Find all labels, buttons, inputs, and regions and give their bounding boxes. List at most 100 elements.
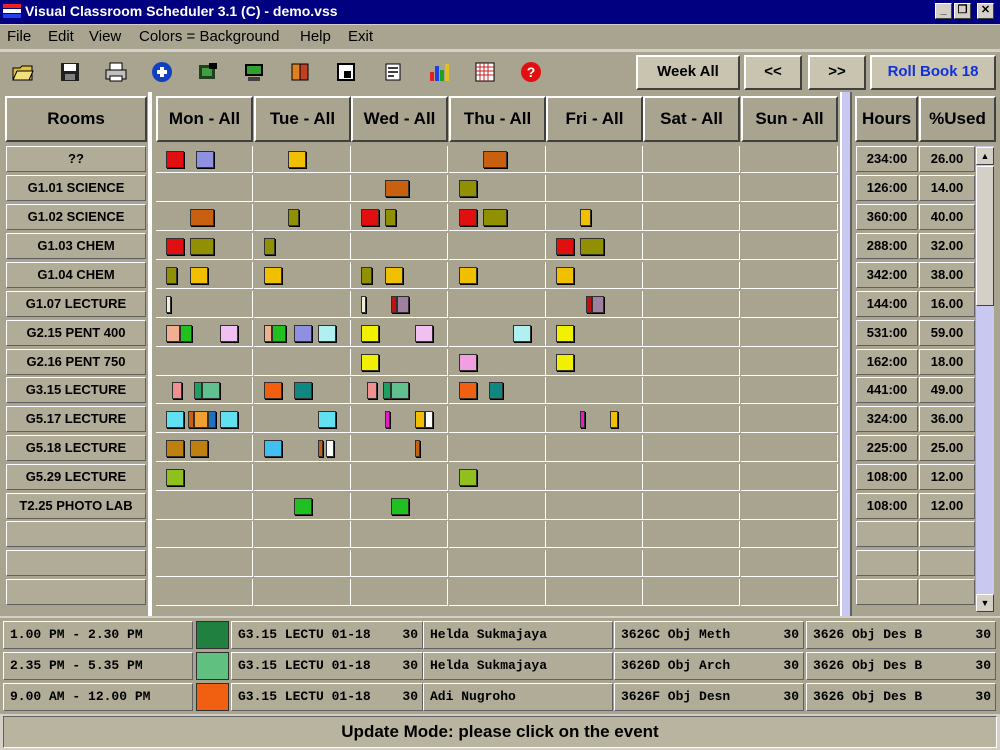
menu-exit[interactable]: Exit: [348, 28, 373, 45]
schedule-cell[interactable]: [741, 204, 838, 231]
schedule-event[interactable]: [264, 267, 282, 284]
schedule-event[interactable]: [202, 382, 220, 399]
schedule-event[interactable]: [264, 325, 272, 342]
room-cell[interactable]: G1.03 CHEM: [6, 233, 146, 259]
schedule-event[interactable]: [294, 498, 312, 515]
schedule-event[interactable]: [513, 325, 531, 342]
schedule-cell[interactable]: [546, 493, 643, 520]
schedule-event[interactable]: [361, 209, 379, 226]
menu-colors[interactable]: Colors = Background: [139, 28, 280, 45]
schedule-cell[interactable]: [643, 464, 740, 491]
schedule-cell[interactable]: [546, 175, 643, 202]
save-disk-icon[interactable]: [58, 60, 82, 84]
schedule-cell[interactable]: [643, 320, 740, 347]
room-cell[interactable]: G3.15 LECTURE: [6, 377, 146, 403]
schedule-cell[interactable]: [741, 579, 838, 606]
schedule-cell[interactable]: [643, 435, 740, 462]
event-course[interactable]: 3626F Obj Desn 30: [614, 683, 804, 711]
add-icon[interactable]: [150, 60, 174, 84]
schedule-event[interactable]: [190, 440, 208, 457]
event-subject[interactable]: 3626 Obj Des B 30: [806, 652, 996, 680]
schedule-event[interactable]: [190, 267, 208, 284]
schedule-cell[interactable]: [741, 233, 838, 260]
day-header-thu[interactable]: Thu - All: [449, 96, 546, 142]
books-icon[interactable]: [288, 60, 312, 84]
schedule-event[interactable]: [194, 382, 202, 399]
schedule-cell[interactable]: [741, 175, 838, 202]
schedule-event[interactable]: [220, 411, 238, 428]
schedule-cell[interactable]: [546, 204, 643, 231]
schedule-event[interactable]: [397, 296, 409, 313]
schedule-cell[interactable]: [449, 493, 546, 520]
event-teacher[interactable]: Adi Nugroho: [423, 683, 613, 711]
schedule-event[interactable]: [196, 151, 214, 168]
event-course[interactable]: 3626C Obj Meth 30: [614, 621, 804, 649]
schedule-event[interactable]: [556, 354, 574, 371]
schedule-cell[interactable]: [643, 233, 740, 260]
schedule-event[interactable]: [459, 354, 477, 371]
schedule-event[interactable]: [415, 411, 425, 428]
schedule-cell[interactable]: [643, 175, 740, 202]
scroll-thumb[interactable]: [976, 166, 994, 306]
schedule-cell[interactable]: [449, 435, 546, 462]
room-cell[interactable]: ??: [6, 146, 146, 172]
schedule-cell[interactable]: [741, 349, 838, 376]
prev-week-button[interactable]: <<: [744, 55, 802, 90]
schedule-event[interactable]: [592, 296, 604, 313]
schedule-cell[interactable]: [351, 550, 448, 577]
bar-chart-icon[interactable]: [427, 60, 451, 84]
schedule-event[interactable]: [264, 238, 275, 255]
schedule-event[interactable]: [459, 267, 477, 284]
schedule-event[interactable]: [483, 209, 507, 226]
schedule-cell[interactable]: [643, 146, 740, 173]
minimize-button[interactable]: _: [935, 3, 952, 19]
schedule-event[interactable]: [166, 296, 171, 313]
schedule-event[interactable]: [415, 325, 433, 342]
schedule-cell[interactable]: [643, 521, 740, 548]
event-room[interactable]: G3.15 LECTU 01-18 30: [231, 621, 423, 649]
schedule-cell[interactable]: [351, 146, 448, 173]
schedule-cell[interactable]: [254, 521, 351, 548]
schedule-event[interactable]: [318, 325, 336, 342]
schedule-cell[interactable]: [546, 464, 643, 491]
event-teacher[interactable]: Helda Sukmajaya: [423, 621, 613, 649]
schedule-event[interactable]: [194, 411, 208, 428]
schedule-event[interactable]: [318, 411, 336, 428]
schedule-cell[interactable]: [741, 406, 838, 433]
schedule-event[interactable]: [391, 382, 409, 399]
schedule-cell[interactable]: [449, 550, 546, 577]
room-cell[interactable]: G1.07 LECTURE: [6, 291, 146, 317]
schedule-cell[interactable]: [643, 579, 740, 606]
open-folder-icon[interactable]: [11, 60, 35, 84]
schedule-cell[interactable]: [546, 406, 643, 433]
schedule-cell[interactable]: [351, 406, 448, 433]
event-room[interactable]: G3.15 LECTU 01-18 30: [231, 683, 423, 711]
schedule-cell[interactable]: [449, 579, 546, 606]
room-cell[interactable]: G1.02 SCIENCE: [6, 204, 146, 230]
schedule-event[interactable]: [385, 411, 390, 428]
schedule-event[interactable]: [459, 469, 477, 486]
schedule-cell[interactable]: [741, 262, 838, 289]
room-cell[interactable]: G5.17 LECTURE: [6, 406, 146, 432]
schedule-cell[interactable]: [449, 521, 546, 548]
schedule-cell[interactable]: [351, 435, 448, 462]
schedule-cell[interactable]: [643, 493, 740, 520]
schedule-cell[interactable]: [449, 406, 546, 433]
schedule-cell[interactable]: [643, 550, 740, 577]
schedule-cell[interactable]: [741, 464, 838, 491]
help-icon[interactable]: ?: [519, 60, 543, 84]
event-time[interactable]: 2.35 PM - 5.35 PM: [3, 652, 193, 680]
schedule-cell[interactable]: [643, 406, 740, 433]
day-header-sun[interactable]: Sun - All: [741, 96, 838, 142]
schedule-cell[interactable]: [546, 146, 643, 173]
schedule-cell[interactable]: [643, 204, 740, 231]
schedule-cell[interactable]: [741, 291, 838, 318]
schedule-event[interactable]: [556, 238, 574, 255]
schedule-cell[interactable]: [741, 435, 838, 462]
schedule-event[interactable]: [459, 209, 477, 226]
schedule-cell[interactable]: [546, 435, 643, 462]
schedule-event[interactable]: [459, 180, 477, 197]
schedule-event[interactable]: [361, 267, 372, 284]
schedule-cell[interactable]: [351, 579, 448, 606]
schedule-cell[interactable]: [156, 579, 253, 606]
